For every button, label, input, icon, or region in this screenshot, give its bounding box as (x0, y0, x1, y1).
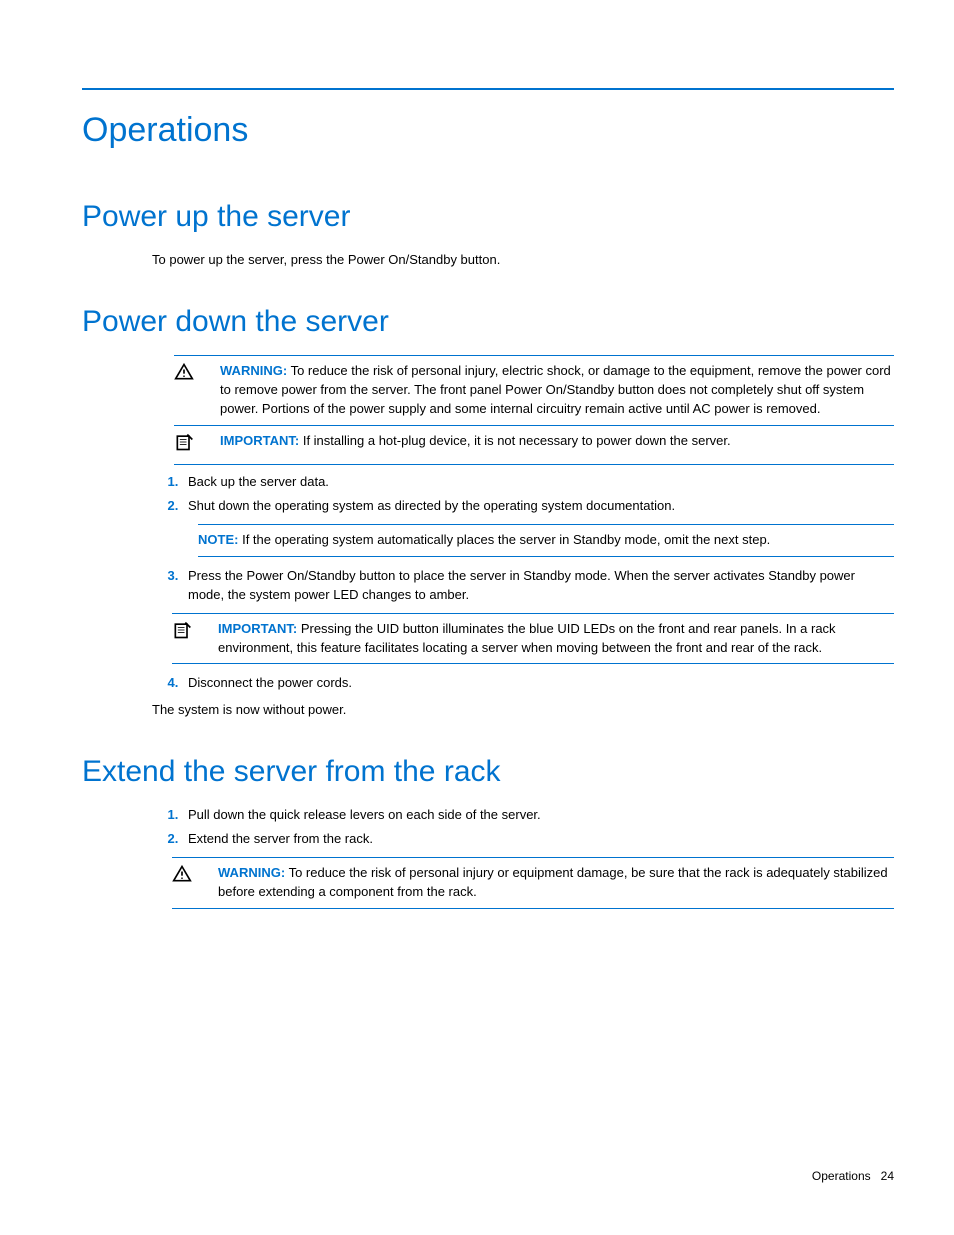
important-callout: IMPORTANT: If installing a hot-plug devi… (174, 426, 894, 465)
important2-text: Pressing the UID button illuminates the … (218, 621, 836, 655)
footer: Operations 24 (812, 1168, 894, 1185)
pd-step-1: Back up the server data. (182, 473, 894, 492)
note-callout: NOTE: If the operating system automatica… (198, 524, 894, 557)
note-label: NOTE: (198, 532, 238, 547)
footer-section: Operations (812, 1169, 871, 1183)
important-text: If installing a hot-plug device, it is n… (303, 433, 731, 448)
important2-callout: IMPORTANT: Pressing the UID button illum… (172, 613, 894, 665)
important-icon (174, 432, 220, 458)
note-text: If the operating system automatically pl… (242, 532, 770, 547)
extend-warning-callout: WARNING: To reduce the risk of personal … (172, 857, 894, 909)
warning-label: WARNING: (220, 363, 287, 378)
pd-step-4: Disconnect the power cords. (182, 674, 894, 693)
footer-page: 24 (881, 1169, 894, 1183)
ext-step-2: Extend the server from the rack. (182, 830, 894, 849)
pd-closing: The system is now without power. (152, 701, 894, 720)
important-icon (172, 620, 218, 658)
ext-step-1: Pull down the quick release levers on ea… (182, 806, 894, 825)
warning-icon (172, 864, 218, 902)
top-rule (82, 88, 894, 90)
important2-label: IMPORTANT: (218, 621, 297, 636)
heading-power-down: Power down the server (82, 300, 894, 344)
power-up-text: To power up the server, press the Power … (152, 251, 894, 270)
heading-extend: Extend the server from the rack (82, 750, 894, 794)
warning-text: To reduce the risk of personal injury, e… (220, 363, 891, 416)
extend-warning-label: WARNING: (218, 865, 285, 880)
pd-step-3: Press the Power On/Standby button to pla… (182, 567, 894, 605)
extend-warning-text: To reduce the risk of personal injury or… (218, 865, 888, 899)
pd-step-2: Shut down the operating system as direct… (182, 497, 894, 516)
page-title: Operations (82, 106, 894, 155)
warning-icon (174, 362, 220, 419)
important-label: IMPORTANT: (220, 433, 299, 448)
heading-power-up: Power up the server (82, 195, 894, 239)
warning-callout: WARNING: To reduce the risk of personal … (174, 355, 894, 426)
